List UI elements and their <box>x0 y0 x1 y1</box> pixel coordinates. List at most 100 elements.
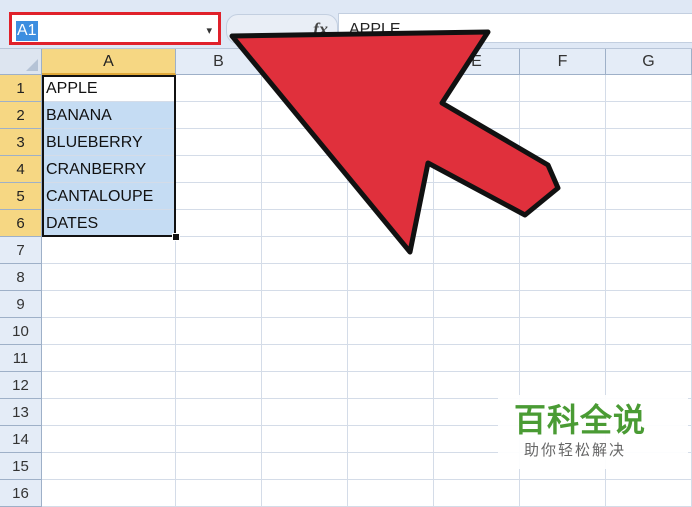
cell-e2[interactable] <box>434 102 520 129</box>
row-header-5[interactable]: 5 <box>0 183 42 210</box>
cell-g11[interactable] <box>606 345 692 372</box>
cell-d1[interactable] <box>348 75 434 102</box>
row-header-3[interactable]: 3 <box>0 129 42 156</box>
cell-d6[interactable] <box>348 210 434 237</box>
cell-a13[interactable] <box>42 399 176 426</box>
cell-d4[interactable] <box>348 156 434 183</box>
row-header-12[interactable]: 12 <box>0 372 42 399</box>
cell-c11[interactable] <box>262 345 348 372</box>
name-box[interactable]: A1 ▾ <box>9 12 221 45</box>
column-header-c[interactable]: C <box>262 49 348 75</box>
row-header-4[interactable]: 4 <box>0 156 42 183</box>
cell-d15[interactable] <box>348 453 434 480</box>
cell-g6[interactable] <box>606 210 692 237</box>
cell-b10[interactable] <box>176 318 262 345</box>
cell-a16[interactable] <box>42 480 176 507</box>
cell-b4[interactable] <box>176 156 262 183</box>
cell-d5[interactable] <box>348 183 434 210</box>
cell-c4[interactable] <box>262 156 348 183</box>
row-header-8[interactable]: 8 <box>0 264 42 291</box>
column-header-a[interactable]: A <box>42 49 176 75</box>
cell-b7[interactable] <box>176 237 262 264</box>
row-header-14[interactable]: 14 <box>0 426 42 453</box>
cell-d9[interactable] <box>348 291 434 318</box>
row-header-1[interactable]: 1 <box>0 75 42 102</box>
cell-d16[interactable] <box>348 480 434 507</box>
cell-e1[interactable] <box>434 75 520 102</box>
formula-bar-input[interactable]: APPLE <box>338 13 692 43</box>
cell-c15[interactable] <box>262 453 348 480</box>
column-header-g[interactable]: G <box>606 49 692 75</box>
cell-c12[interactable] <box>262 372 348 399</box>
cell-a8[interactable] <box>42 264 176 291</box>
cell-d12[interactable] <box>348 372 434 399</box>
cell-e9[interactable] <box>434 291 520 318</box>
cell-e16[interactable] <box>434 480 520 507</box>
cell-f11[interactable] <box>520 345 606 372</box>
cell-b13[interactable] <box>176 399 262 426</box>
cell-c3[interactable] <box>262 129 348 156</box>
cell-g3[interactable] <box>606 129 692 156</box>
cell-e6[interactable] <box>434 210 520 237</box>
chevron-down-icon[interactable]: ▾ <box>206 21 212 41</box>
cell-b6[interactable] <box>176 210 262 237</box>
cell-f5[interactable] <box>520 183 606 210</box>
cell-f8[interactable] <box>520 264 606 291</box>
cell-a5[interactable]: CANTALOUPE <box>42 183 176 210</box>
cell-d7[interactable] <box>348 237 434 264</box>
cell-a6[interactable]: DATES <box>42 210 176 237</box>
cell-f9[interactable] <box>520 291 606 318</box>
formula-bar-value[interactable]: APPLE <box>349 20 401 40</box>
row-header-15[interactable]: 15 <box>0 453 42 480</box>
cell-g7[interactable] <box>606 237 692 264</box>
cell-d3[interactable] <box>348 129 434 156</box>
cell-g10[interactable] <box>606 318 692 345</box>
cell-d11[interactable] <box>348 345 434 372</box>
row-header-16[interactable]: 16 <box>0 480 42 507</box>
cell-b9[interactable] <box>176 291 262 318</box>
row-header-13[interactable]: 13 <box>0 399 42 426</box>
cell-c16[interactable] <box>262 480 348 507</box>
row-header-9[interactable]: 9 <box>0 291 42 318</box>
cell-g2[interactable] <box>606 102 692 129</box>
cell-b8[interactable] <box>176 264 262 291</box>
cell-e7[interactable] <box>434 237 520 264</box>
row-header-10[interactable]: 10 <box>0 318 42 345</box>
cell-a15[interactable] <box>42 453 176 480</box>
cell-e5[interactable] <box>434 183 520 210</box>
cell-c14[interactable] <box>262 426 348 453</box>
cell-b15[interactable] <box>176 453 262 480</box>
cell-f16[interactable] <box>520 480 606 507</box>
cell-c5[interactable] <box>262 183 348 210</box>
cell-e10[interactable] <box>434 318 520 345</box>
cell-d8[interactable] <box>348 264 434 291</box>
cell-d2[interactable] <box>348 102 434 129</box>
cell-b1[interactable] <box>176 75 262 102</box>
cell-c1[interactable] <box>262 75 348 102</box>
cell-a10[interactable] <box>42 318 176 345</box>
row-header-2[interactable]: 2 <box>0 102 42 129</box>
cell-f6[interactable] <box>520 210 606 237</box>
cell-a1[interactable]: APPLE <box>42 75 176 102</box>
cell-c7[interactable] <box>262 237 348 264</box>
cell-e3[interactable] <box>434 129 520 156</box>
cell-d14[interactable] <box>348 426 434 453</box>
cell-g16[interactable] <box>606 480 692 507</box>
column-header-d[interactable]: D <box>348 49 434 75</box>
cell-b11[interactable] <box>176 345 262 372</box>
cell-d10[interactable] <box>348 318 434 345</box>
cell-e8[interactable] <box>434 264 520 291</box>
row-header-6[interactable]: 6 <box>0 210 42 237</box>
cell-c13[interactable] <box>262 399 348 426</box>
column-header-f[interactable]: F <box>520 49 606 75</box>
cell-g1[interactable] <box>606 75 692 102</box>
column-header-e[interactable]: E <box>434 49 520 75</box>
cell-a2[interactable]: BANANA <box>42 102 176 129</box>
cell-g9[interactable] <box>606 291 692 318</box>
cell-d13[interactable] <box>348 399 434 426</box>
row-header-11[interactable]: 11 <box>0 345 42 372</box>
cell-a4[interactable]: CRANBERRY <box>42 156 176 183</box>
cell-e11[interactable] <box>434 345 520 372</box>
column-header-b[interactable]: B <box>176 49 262 75</box>
cell-g4[interactable] <box>606 156 692 183</box>
